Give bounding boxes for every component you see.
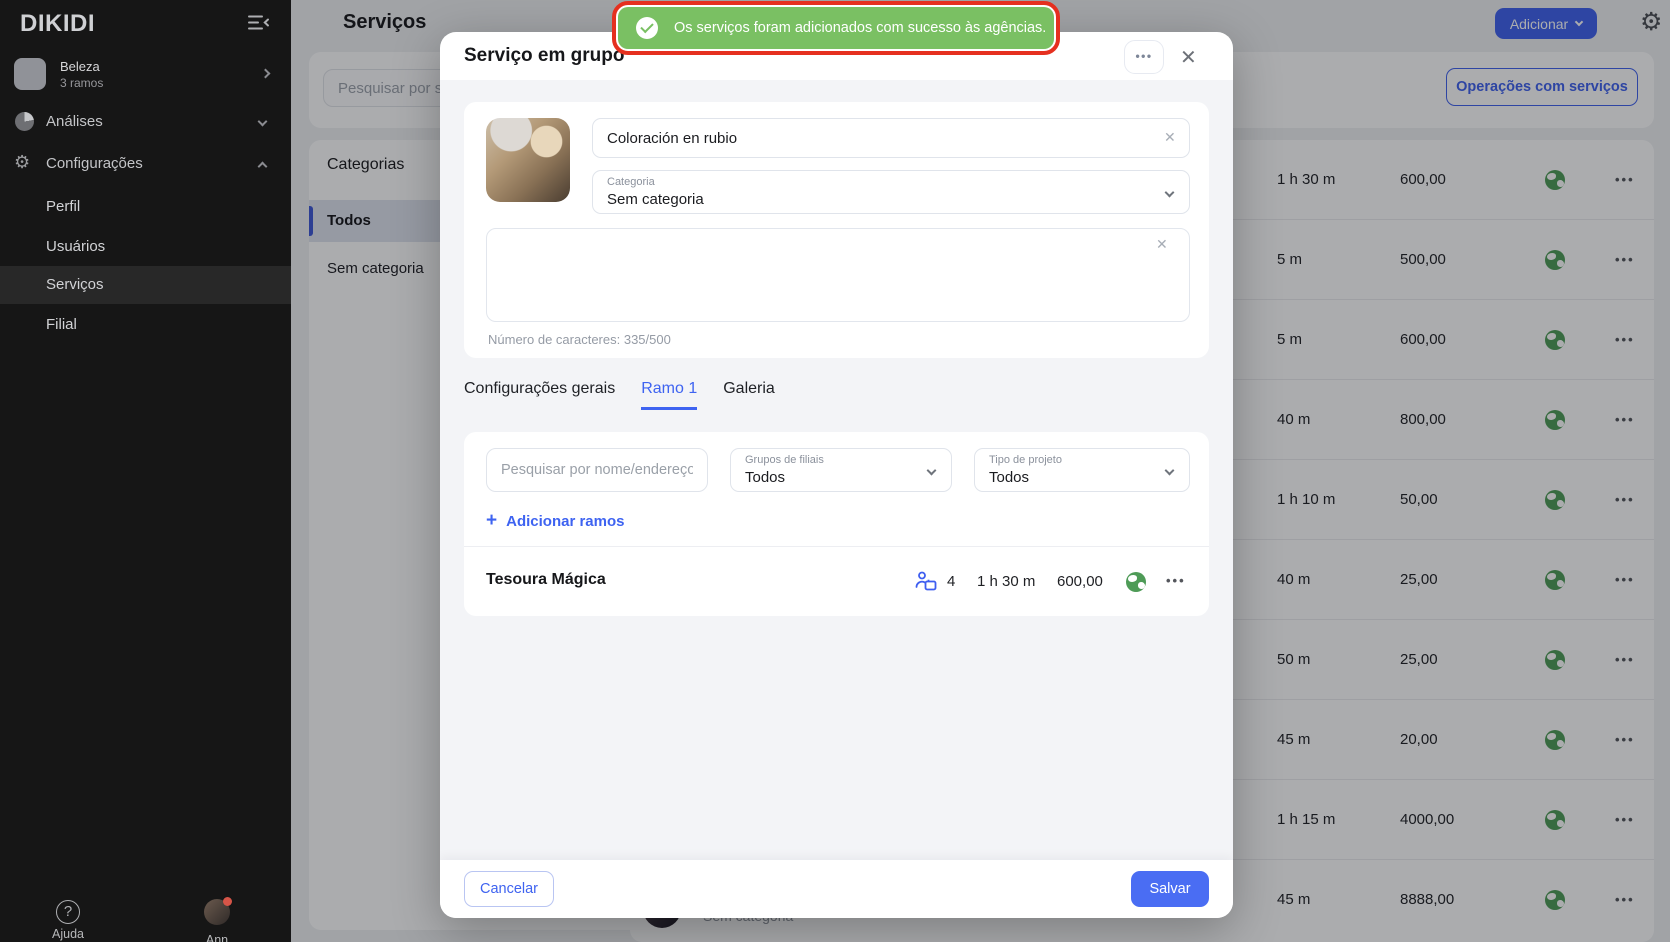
success-toast: Os serviços foram adicionados com sucess… (618, 7, 1054, 49)
branch-groups-label: Grupos de filiais (745, 454, 824, 466)
group-service-modal: Serviço em grupo ••• ✕ ✕ Categoria Sem c… (440, 32, 1233, 918)
service-info-card: ✕ Categoria Sem categoria ✕ Número de ca… (464, 102, 1209, 358)
sidebar: DIKIDI Beleza 3 ramos Análises ⚙ Configu… (0, 0, 291, 942)
branch-search-input[interactable] (486, 448, 708, 492)
description-textarea[interactable] (486, 228, 1190, 322)
modal-tabs: Configurações gerais Ramo 1 Galeria (464, 380, 775, 410)
sidebar-item-analises[interactable]: Análises (0, 104, 291, 140)
category-select[interactable]: Categoria Sem categoria (592, 170, 1190, 214)
category-select-label: Categoria (607, 176, 655, 188)
modal-footer: Cancelar Salvar (440, 860, 1233, 918)
more-dots-icon: ••• (1135, 49, 1152, 63)
globe-icon (1126, 572, 1146, 592)
modal-more-button[interactable]: ••• (1124, 40, 1164, 74)
plus-icon: + (486, 512, 497, 530)
user-avatar (204, 899, 230, 925)
cancel-button[interactable]: Cancelar (464, 871, 554, 907)
branch-duration: 1 h 30 m (977, 573, 1035, 590)
sidebar-item-label: Configurações (46, 155, 143, 172)
sidebar-item-servicos[interactable]: Serviços (0, 266, 291, 304)
branch-name: Tesoura Mágica (486, 571, 606, 589)
sidebar-item-label: Usuários (46, 238, 105, 255)
branch-menu-icon[interactable]: ••• (1166, 573, 1186, 588)
brand-logo: DIKIDI (20, 10, 95, 38)
tab-ramo-1[interactable]: Ramo 1 (641, 380, 697, 410)
help-label: Ajuda (38, 927, 98, 941)
sidebar-item-usuarios[interactable]: Usuários (0, 228, 291, 266)
char-counter: Número de caracteres: 335/500 (488, 332, 671, 347)
user-label: Ann (187, 933, 247, 942)
branch-price: 600,00 (1057, 573, 1103, 590)
chevron-right-icon (261, 69, 271, 79)
branch-groups-select[interactable]: Grupos de filiais Todos (730, 448, 952, 492)
service-name-input[interactable] (592, 118, 1190, 158)
sidebar-item-filial[interactable]: Filial (0, 306, 291, 344)
branch-groups-value: Todos (745, 469, 785, 486)
sidebar-item-label: Serviços (46, 276, 104, 293)
collapse-sidebar-icon[interactable] (248, 14, 270, 31)
question-icon: ? (56, 900, 80, 924)
branch-row[interactable]: Tesoura Mágica 4 1 h 30 m 600,00 ••• (464, 547, 1209, 616)
category-select-value: Sem categoria (607, 191, 704, 208)
sidebar-item-perfil[interactable]: Perfil (0, 188, 291, 226)
chevron-down-icon (927, 466, 937, 476)
user-menu[interactable]: Ann (187, 899, 247, 942)
modal-title: Serviço em grupo (464, 45, 625, 67)
profile-subtitle: 3 ramos (60, 76, 103, 90)
screen: DIKIDI Beleza 3 ramos Análises ⚙ Configu… (0, 0, 1670, 942)
sidebar-item-label: Análises (46, 113, 103, 130)
service-photo[interactable] (486, 118, 570, 202)
branch-members-count: 4 (947, 573, 955, 590)
sidebar-item-configuracoes[interactable]: ⚙ Configurações (0, 146, 291, 182)
staff-group-icon (914, 570, 938, 592)
save-button[interactable]: Salvar (1131, 871, 1209, 907)
branches-card: Grupos de filiais Todos Tipo de projeto … (464, 432, 1209, 616)
pie-chart-icon (15, 112, 34, 131)
clear-description-icon[interactable]: ✕ (1156, 236, 1168, 253)
tab-configuracoes-gerais[interactable]: Configurações gerais (464, 380, 615, 410)
sidebar-item-label: Perfil (46, 198, 80, 215)
chevron-up-icon (258, 162, 268, 172)
help-button[interactable]: ? Ajuda (38, 900, 98, 941)
add-branches-label: Adicionar ramos (506, 513, 624, 530)
project-type-select[interactable]: Tipo de projeto Todos (974, 448, 1190, 492)
gear-icon: ⚙ (14, 152, 30, 173)
tab-galeria[interactable]: Galeria (723, 380, 775, 410)
chevron-down-icon (1165, 188, 1175, 198)
success-toast-highlight: Os serviços foram adicionados com sucess… (612, 1, 1060, 55)
profile-avatar (14, 58, 46, 90)
sidebar-profile[interactable]: Beleza 3 ramos (0, 54, 291, 98)
check-circle-icon (636, 17, 658, 39)
profile-name: Beleza (60, 59, 100, 74)
sidebar-item-label: Filial (46, 316, 77, 333)
project-type-value: Todos (989, 469, 1029, 486)
chevron-down-icon (1165, 466, 1175, 476)
chevron-down-icon (258, 117, 268, 127)
add-branches-link[interactable]: + Adicionar ramos (486, 512, 624, 530)
close-icon[interactable]: ✕ (1180, 45, 1197, 70)
clear-name-icon[interactable]: ✕ (1164, 129, 1176, 146)
project-type-label: Tipo de projeto (989, 454, 1062, 466)
toast-message: Os serviços foram adicionados com sucess… (674, 20, 1046, 36)
modal-body: ✕ Categoria Sem categoria ✕ Número de ca… (440, 80, 1233, 860)
